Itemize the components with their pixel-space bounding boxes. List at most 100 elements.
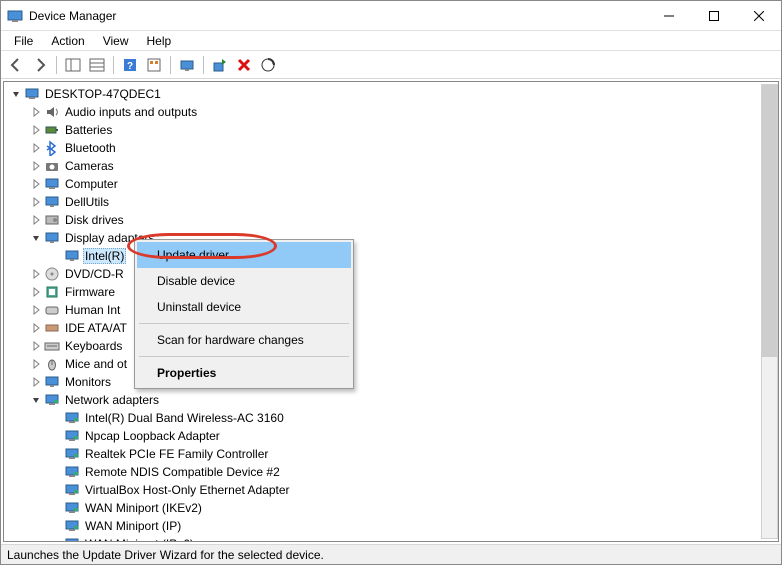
- tree-device[interactable]: VirtualBox Host-Only Ethernet Adapter: [4, 481, 778, 499]
- window-title: Device Manager: [29, 9, 116, 23]
- chevron-right-icon[interactable]: [28, 194, 44, 210]
- tree-node-label: Bluetooth: [63, 140, 118, 156]
- monitor-icon: [44, 374, 60, 390]
- client-area: DESKTOP-47QDEC1Audio inputs and outputsB…: [1, 79, 781, 544]
- twisty-spacer: [48, 500, 64, 516]
- scrollbar-thumb[interactable]: [762, 85, 777, 357]
- menu-action[interactable]: Action: [42, 32, 93, 50]
- tree-category[interactable]: Bluetooth: [4, 139, 778, 157]
- tree-device[interactable]: Remote NDIS Compatible Device #2: [4, 463, 778, 481]
- toolbar-show-hide-tree-button[interactable]: [62, 54, 84, 76]
- toolbar-help-button[interactable]: ?: [119, 54, 141, 76]
- bluetooth-icon: [44, 140, 60, 156]
- chevron-right-icon[interactable]: [28, 320, 44, 336]
- chevron-right-icon[interactable]: [28, 356, 44, 372]
- computer-icon: [44, 176, 60, 192]
- tree-category[interactable]: Monitors: [4, 373, 778, 391]
- toolbar-show-hidden-button[interactable]: [176, 54, 198, 76]
- toolbar-separator: [56, 56, 57, 74]
- context-menu-item[interactable]: Scan for hardware changes: [137, 327, 351, 353]
- toolbar-properties-button[interactable]: [86, 54, 108, 76]
- tree-node-label: Npcap Loopback Adapter: [83, 428, 222, 444]
- tree-category[interactable]: Disk drives: [4, 211, 778, 229]
- tree-device[interactable]: Npcap Loopback Adapter: [4, 427, 778, 445]
- tree-category[interactable]: Computer: [4, 175, 778, 193]
- toolbar-scan-button[interactable]: [257, 54, 279, 76]
- chevron-down-icon[interactable]: [28, 392, 44, 408]
- chevron-right-icon[interactable]: [28, 266, 44, 282]
- chevron-right-icon[interactable]: [28, 374, 44, 390]
- toolbar-separator: [113, 56, 114, 74]
- tree-device[interactable]: WAN Miniport (IP): [4, 517, 778, 535]
- tree-device[interactable]: Realtek PCIe FE Family Controller: [4, 445, 778, 463]
- chevron-right-icon[interactable]: [28, 302, 44, 318]
- tree-category[interactable]: Display adapters: [4, 229, 778, 247]
- tree-category[interactable]: Batteries: [4, 121, 778, 139]
- hid-icon: [44, 302, 60, 318]
- toolbar-update-driver-button[interactable]: [209, 54, 231, 76]
- tree-node-label: Cameras: [63, 158, 116, 174]
- tree-node-label: IDE ATA/AT: [63, 320, 129, 336]
- twisty-spacer: [48, 482, 64, 498]
- tree-category[interactable]: Audio inputs and outputs: [4, 103, 778, 121]
- tree-device[interactable]: Intel(R) Dual Band Wireless-AC 3160: [4, 409, 778, 427]
- tree-node-label: Intel(R) Dual Band Wireless-AC 3160: [83, 410, 286, 426]
- vertical-scrollbar[interactable]: [761, 84, 778, 539]
- tree-node-label: DVD/CD-R: [63, 266, 126, 282]
- chevron-down-icon[interactable]: [8, 86, 24, 102]
- menu-file[interactable]: File: [5, 32, 42, 50]
- context-menu-item[interactable]: Disable device: [137, 268, 351, 294]
- statusbar-text: Launches the Update Driver Wizard for th…: [7, 548, 324, 562]
- tree-node-label: Human Int: [63, 302, 122, 318]
- maximize-button[interactable]: [691, 1, 736, 31]
- minimize-button[interactable]: [646, 1, 691, 31]
- twisty-spacer: [48, 428, 64, 444]
- chevron-right-icon[interactable]: [28, 176, 44, 192]
- firmware-icon: [44, 284, 60, 300]
- tree-node-label: Disk drives: [63, 212, 126, 228]
- chevron-right-icon[interactable]: [28, 212, 44, 228]
- context-menu-item[interactable]: Properties: [137, 360, 351, 386]
- tree-node-label: WAN Miniport (IPv6): [83, 536, 196, 542]
- close-button[interactable]: [736, 1, 781, 31]
- chevron-right-icon[interactable]: [28, 284, 44, 300]
- tree-category[interactable]: Human Int: [4, 301, 778, 319]
- tree-device[interactable]: WAN Miniport (IKEv2): [4, 499, 778, 517]
- tree-node-label: Firmware: [63, 284, 117, 300]
- tree-device[interactable]: Intel(R): [4, 247, 778, 265]
- toolbar-forward-button[interactable]: [29, 54, 51, 76]
- chevron-right-icon[interactable]: [28, 338, 44, 354]
- tree-category[interactable]: IDE ATA/AT: [4, 319, 778, 337]
- tree-node-label: DellUtils: [63, 194, 111, 210]
- device-tree[interactable]: DESKTOP-47QDEC1Audio inputs and outputsB…: [3, 81, 779, 542]
- tree-node-label: WAN Miniport (IP): [83, 518, 183, 534]
- audio-icon: [44, 104, 60, 120]
- toolbar-back-button[interactable]: [5, 54, 27, 76]
- tree-root[interactable]: DESKTOP-47QDEC1: [4, 85, 778, 103]
- tree-category[interactable]: DellUtils: [4, 193, 778, 211]
- display-icon: [44, 230, 60, 246]
- tree-node-label: Computer: [63, 176, 120, 192]
- battery-icon: [44, 122, 60, 138]
- toolbar-action-button[interactable]: [143, 54, 165, 76]
- tree-category[interactable]: Cameras: [4, 157, 778, 175]
- tree-category[interactable]: Firmware: [4, 283, 778, 301]
- menu-help[interactable]: Help: [138, 32, 181, 50]
- menu-view[interactable]: View: [94, 32, 138, 50]
- toolbar-uninstall-button[interactable]: [233, 54, 255, 76]
- tree-category[interactable]: Keyboards: [4, 337, 778, 355]
- chevron-down-icon[interactable]: [28, 230, 44, 246]
- chevron-right-icon[interactable]: [28, 140, 44, 156]
- context-menu-item[interactable]: Uninstall device: [137, 294, 351, 320]
- chevron-right-icon[interactable]: [28, 158, 44, 174]
- chevron-right-icon[interactable]: [28, 122, 44, 138]
- tree-category[interactable]: DVD/CD-R: [4, 265, 778, 283]
- tree-category[interactable]: Network adapters: [4, 391, 778, 409]
- chevron-right-icon[interactable]: [28, 104, 44, 120]
- tree-device[interactable]: WAN Miniport (IPv6): [4, 535, 778, 542]
- ide-icon: [44, 320, 60, 336]
- context-menu-item[interactable]: Update driver: [137, 242, 351, 268]
- tree-node-label: DESKTOP-47QDEC1: [43, 86, 163, 102]
- computer-icon: [24, 86, 40, 102]
- tree-category[interactable]: Mice and ot: [4, 355, 778, 373]
